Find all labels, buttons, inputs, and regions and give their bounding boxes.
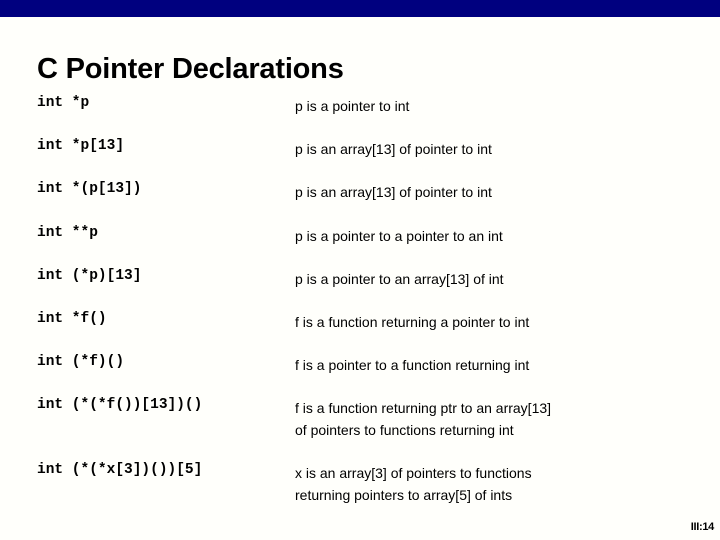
top-banner <box>0 0 720 17</box>
description-line-1: p is a pointer to a pointer to an int <box>295 227 503 244</box>
declaration-description: p is an array[13] of pointer to int <box>295 139 687 161</box>
declaration-code: int (*(*f())[13])() <box>37 397 203 414</box>
declaration-code: int (*f)() <box>37 354 125 371</box>
slide-number: III:14 <box>690 521 715 533</box>
description-line-2: of pointers to functions returning int <box>295 422 514 438</box>
table-row: int **p p is a pointer to a pointer to a… <box>37 224 687 248</box>
declaration-code: int **p <box>37 224 98 241</box>
description-line-1: p is a pointer to an array[13] of int <box>295 270 504 287</box>
table-row: int *p[13] p is an array[13] of pointer … <box>37 138 687 161</box>
declaration-description: p is a pointer to int <box>295 96 687 118</box>
description-line-1: f is a pointer to a function returning i… <box>295 357 530 374</box>
table-row: int (*p)[13] p is a pointer to an array[… <box>37 267 687 291</box>
declaration-code: int (*p)[13] <box>37 267 142 284</box>
description-line-1: x is an array[3] of pointers to function… <box>295 465 532 482</box>
declaration-code: int (*(*x[3])())[5] <box>37 462 203 479</box>
description-line-1: p is a pointer to int <box>295 98 410 114</box>
table-row: int (*(*f())[13])() f is a function retu… <box>37 398 687 441</box>
declaration-table: int *p p is a pointer to int int *p[13] … <box>37 95 687 528</box>
declaration-description: f is a pointer to a function returning i… <box>295 355 687 377</box>
table-row: int (*(*x[3])())[5] x is an array[3] of … <box>37 462 687 506</box>
page-title: C Pointer Declarations <box>37 53 344 86</box>
declaration-description: p is a pointer to a pointer to an int <box>295 226 687 248</box>
declaration-code: int *(p[13]) <box>37 181 142 198</box>
description-line-1: f is a function returning ptr to an arra… <box>295 400 552 417</box>
declaration-code: int *f() <box>37 310 107 327</box>
description-line-1: p is an array[13] of pointer to int <box>295 141 492 158</box>
table-row: int (*f)() f is a pointer to a function … <box>37 354 687 377</box>
declaration-description: x is an array[3] of pointers to function… <box>295 463 687 506</box>
slide: C Pointer Declarations int *p p is a poi… <box>0 0 720 540</box>
declaration-code: int *p[13] <box>37 138 125 155</box>
description-line-1: p is an array[13] of pointer to int <box>295 184 492 201</box>
table-row: int *(p[13]) p is an array[13] of pointe… <box>37 182 687 204</box>
description-line-1: f is a function returning a pointer to i… <box>295 313 530 330</box>
table-row: int *p p is a pointer to int <box>37 95 687 118</box>
declaration-description: f is a function returning ptr to an arra… <box>295 398 687 441</box>
declaration-description: p is a pointer to an array[13] of int <box>295 269 687 291</box>
declaration-code: int *p <box>37 95 90 111</box>
table-row: int *f() f is a function returning a poi… <box>37 310 687 334</box>
declaration-description: f is a function returning a pointer to i… <box>295 312 687 334</box>
description-line-2: returning pointers to array[5] of ints <box>295 486 513 503</box>
declaration-description: p is an array[13] of pointer to int <box>295 182 687 204</box>
